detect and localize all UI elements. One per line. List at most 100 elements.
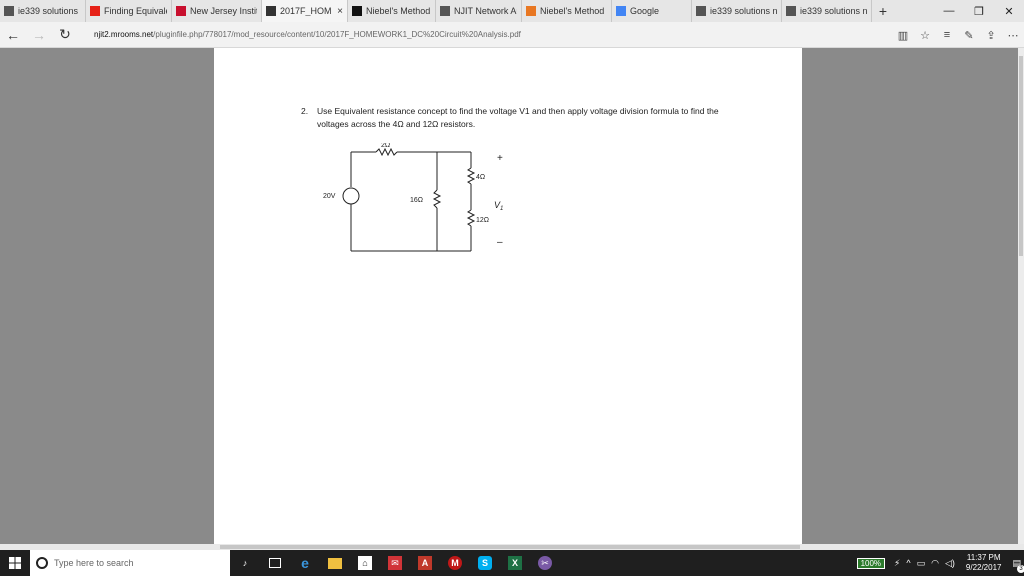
- show-hidden-icons-icon[interactable]: ^: [906, 558, 910, 568]
- pdf-page-icon: [4, 6, 14, 16]
- maximize-button[interactable]: ❐: [964, 0, 994, 22]
- horizontal-scroll-thumb[interactable]: [220, 545, 800, 549]
- microphone-icon[interactable]: ♪: [230, 550, 260, 576]
- vertical-scrollbar[interactable]: [1018, 48, 1024, 544]
- favorite-star-icon[interactable]: ☆: [914, 29, 936, 42]
- tab-8[interactable]: ie339 solutions n: [692, 0, 782, 22]
- pdf-viewer: 2. Use Equivalent resistance concept to …: [0, 48, 1024, 544]
- label-12ohm: 12Ω: [476, 217, 489, 224]
- label-plus: +: [497, 153, 503, 164]
- tab-9[interactable]: ie339 solutions n: [782, 0, 872, 22]
- taskbar-search-box[interactable]: Type here to search: [30, 550, 230, 576]
- label-16ohm: 16Ω: [410, 197, 423, 204]
- refresh-icon[interactable]: ↻: [52, 22, 78, 48]
- mail-icon[interactable]: ✉: [380, 550, 410, 576]
- tab-label: Finding Equivale: [104, 6, 167, 16]
- snipping-tool-icon[interactable]: ✂: [530, 550, 560, 576]
- url-field[interactable]: njit2.mrooms.net/pluginfile.php/778017/m…: [94, 30, 521, 39]
- search-placeholder: Type here to search: [54, 558, 134, 568]
- tab-2[interactable]: New Jersey Instit: [172, 0, 262, 22]
- action-center-icon[interactable]: ▤ 3: [1012, 558, 1024, 573]
- tab-4[interactable]: Niebel's Method: [348, 0, 436, 22]
- pdf-page: 2. Use Equivalent resistance concept to …: [214, 48, 802, 544]
- chegg-icon: [526, 6, 536, 16]
- tab-1[interactable]: Finding Equivale: [86, 0, 172, 22]
- back-arrow-icon[interactable]: ←: [0, 22, 26, 48]
- resistor-4ohm: [466, 167, 476, 185]
- label-minus: –: [497, 237, 503, 248]
- windows-start-icon[interactable]: [0, 550, 30, 576]
- reading-view-icon[interactable]: ▥: [892, 29, 914, 42]
- tab-strip: ie339 solutions n Finding Equivale New Jer…: [0, 0, 1024, 22]
- pdf-page-icon: [696, 6, 706, 16]
- new-tab-button[interactable]: +: [872, 3, 894, 19]
- vertical-scroll-thumb[interactable]: [1019, 56, 1023, 256]
- window-controls: — ❐ ✕: [934, 0, 1024, 22]
- label-2ohm: 2Ω: [381, 143, 390, 149]
- more-icon[interactable]: ⋯: [1002, 29, 1024, 42]
- skype-icon[interactable]: S: [470, 550, 500, 576]
- clock-date: 9/22/2017: [965, 563, 1002, 572]
- mcafee-icon[interactable]: M: [440, 550, 470, 576]
- question-text: Use Equivalent resistance concept to fin…: [317, 106, 719, 129]
- system-tray: 100% ⚡ ^ ▭ ◠ ◁) 11:37 PM 9/22/2017 ▤ 3: [856, 550, 1024, 576]
- toolbar-right: ▥ ☆ ≡ ✎ ⇪ ⋯: [892, 22, 1024, 48]
- tab-label: New Jersey Instit: [190, 6, 257, 16]
- tab-label: ie339 solutions n: [18, 6, 81, 16]
- resistor-16ohm: [432, 189, 442, 209]
- forward-arrow-icon[interactable]: →: [26, 22, 52, 48]
- page-icon: [440, 6, 450, 16]
- close-window-button[interactable]: ✕: [994, 0, 1024, 22]
- share-icon[interactable]: ⇪: [980, 29, 1002, 42]
- njit-icon: [176, 6, 186, 16]
- power-plug-icon[interactable]: ⚡: [894, 558, 900, 569]
- acrobat-icon[interactable]: A: [410, 550, 440, 576]
- label-20v: 20V: [323, 193, 336, 200]
- tab-label: Google: [630, 6, 660, 16]
- page-icon: [266, 6, 276, 16]
- question-block: 2. Use Equivalent resistance concept to …: [301, 105, 751, 131]
- tab-label: Niebel's Method: [366, 6, 431, 16]
- notification-count: 3: [1017, 564, 1024, 573]
- tab-label: ie339 solutions n: [800, 6, 867, 16]
- tab-label: ie339 solutions n: [710, 6, 777, 16]
- wifi-icon[interactable]: ◠: [931, 558, 939, 569]
- system-clock[interactable]: 11:37 PM 9/22/2017: [966, 553, 1002, 573]
- address-bar: ← → ↻ njit2.mrooms.net/pluginfile.php/77…: [0, 22, 1024, 48]
- tab-0[interactable]: ie339 solutions n: [0, 0, 86, 22]
- volume-icon[interactable]: ◁): [945, 558, 955, 569]
- web-note-icon[interactable]: ✎: [958, 29, 980, 42]
- amazon-icon: [352, 6, 362, 16]
- url-path: /pluginfile.php/778017/mod_resource/cont…: [153, 30, 521, 39]
- tab-5[interactable]: NJIT Network Au: [436, 0, 522, 22]
- minimize-button[interactable]: —: [934, 0, 964, 22]
- store-icon[interactable]: ⌂: [350, 550, 380, 576]
- task-view-icon[interactable]: [260, 550, 290, 576]
- label-v1: V1: [494, 200, 503, 212]
- resistor-2ohm: [375, 147, 398, 157]
- tab-3[interactable]: 2017F_HOMI ×: [262, 0, 348, 22]
- edge-browser-icon[interactable]: e: [290, 550, 320, 576]
- url-domain: njit2.mrooms.net: [94, 30, 154, 39]
- excel-icon[interactable]: X: [500, 550, 530, 576]
- hub-icon[interactable]: ≡: [936, 29, 958, 41]
- tab-close-icon[interactable]: ×: [337, 6, 343, 17]
- file-explorer-icon[interactable]: [320, 550, 350, 576]
- tab-label: Niebel's Method: [540, 6, 605, 16]
- label-v-sub: 1: [500, 206, 503, 212]
- question-number: 2.: [301, 106, 309, 116]
- tab-label: 2017F_HOMI: [280, 6, 332, 16]
- pdf-page-icon: [786, 6, 796, 16]
- resistor-12ohm: [466, 209, 476, 227]
- battery-icon[interactable]: ▭: [917, 558, 926, 569]
- voltage-source: [342, 187, 360, 205]
- google-icon: [616, 6, 626, 16]
- youtube-icon: [90, 6, 100, 16]
- tab-label: NJIT Network Au: [454, 6, 517, 16]
- taskbar: Type here to search ♪ e ⌂ ✉ A M S X ✂ 10…: [0, 550, 1024, 576]
- tab-6[interactable]: Niebel's Method: [522, 0, 612, 22]
- tab-7[interactable]: Google: [612, 0, 692, 22]
- battery-indicator[interactable]: 100%: [856, 557, 886, 569]
- clock-time: 11:37 PM: [966, 553, 1001, 562]
- cortana-icon: [36, 557, 48, 569]
